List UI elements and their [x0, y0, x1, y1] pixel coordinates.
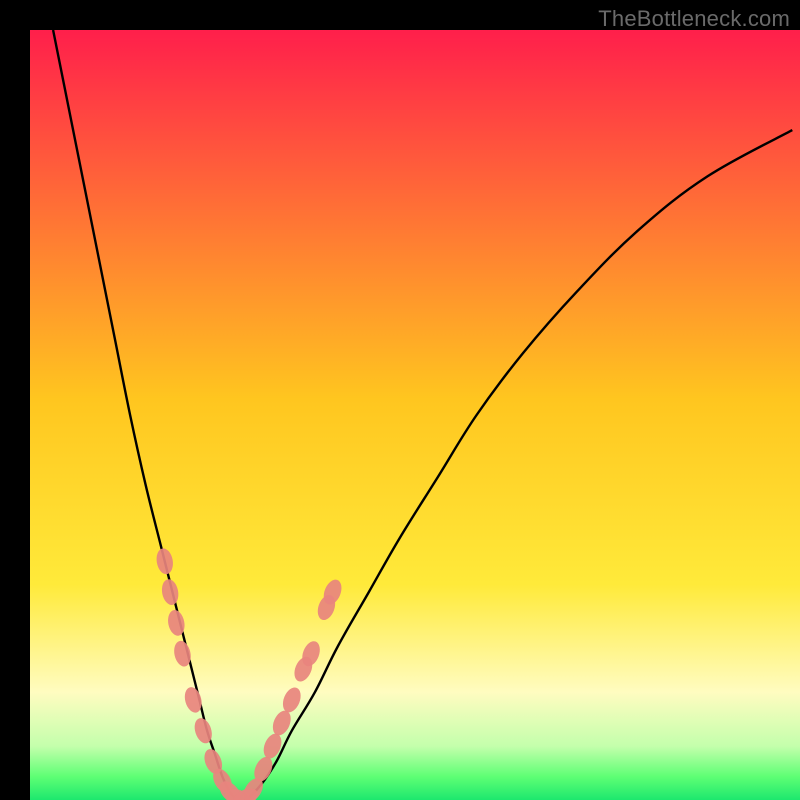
chart-frame: TheBottleneck.com	[0, 0, 800, 800]
watermark-text: TheBottleneck.com	[598, 6, 790, 32]
gradient-background	[30, 30, 800, 800]
bottleneck-chart	[30, 30, 800, 800]
plot-area	[30, 30, 800, 800]
